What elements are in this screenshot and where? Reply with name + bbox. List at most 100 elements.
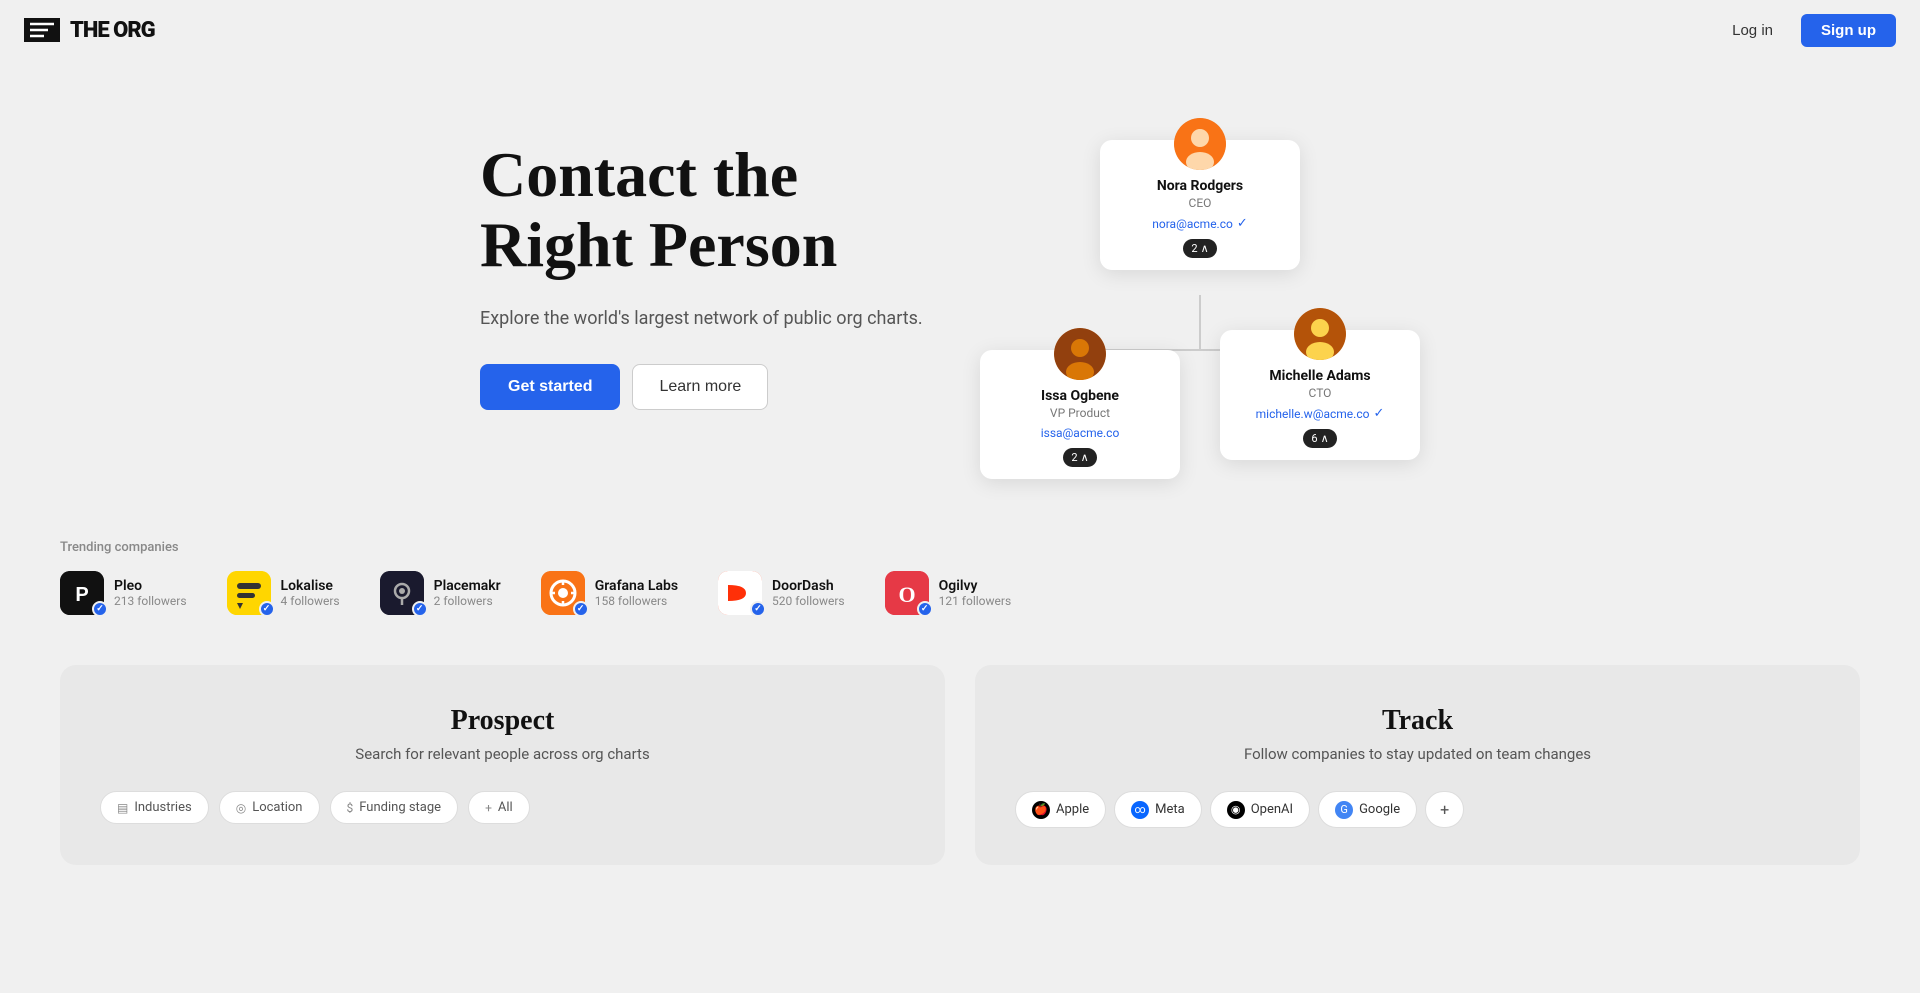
filter-pills: ▤ Industries ◎ Location $ Funding stage + All: [100, 791, 905, 824]
company-followers: 4 followers: [281, 594, 340, 608]
company-logo: P ✓: [60, 571, 104, 615]
track-pill-icon: G: [1335, 801, 1353, 819]
company-followers: 520 followers: [772, 594, 845, 608]
ceo-email: nora@acme.co ✓: [1152, 216, 1248, 231]
ceo-sub-count[interactable]: 2 ∧: [1183, 239, 1216, 258]
header: THE ORG Log in Sign up: [0, 0, 1920, 60]
verified-badge: ✓: [573, 601, 589, 617]
hero-subtitle: Explore the world's largest network of p…: [480, 305, 960, 332]
company-logo: ✓: [227, 571, 271, 615]
vp-title: VP Product: [1050, 406, 1110, 420]
verified-badge: ✓: [259, 601, 275, 617]
logo[interactable]: THE ORG: [24, 18, 155, 43]
company-followers: 121 followers: [939, 594, 1012, 608]
track-pills: 🍎 Apple ∞ Meta ◉ OpenAI G Google +: [1015, 791, 1820, 828]
logo-text: THE ORG: [70, 18, 155, 43]
filter-label: Funding stage: [359, 800, 441, 815]
company-logo: O ✓: [885, 571, 929, 615]
verified-badge: ✓: [917, 601, 933, 617]
company-followers: 2 followers: [434, 594, 501, 608]
org-chart-illustration: Nora Rodgers CEO nora@acme.co ✓ 2 ∧ Issa…: [960, 80, 1480, 500]
verified-badge: ✓: [412, 601, 428, 617]
filter-label: Location: [252, 800, 302, 815]
track-subtitle: Follow companies to stay updated on team…: [1015, 745, 1820, 763]
vp-email: issa@acme.co: [1041, 426, 1120, 440]
filter-pill[interactable]: $ Funding stage: [330, 791, 459, 824]
track-pill-label: Meta: [1155, 802, 1185, 817]
company-name: Ogilvy: [939, 578, 1012, 594]
company-name: Lokalise: [281, 578, 340, 594]
ceo-title: CEO: [1189, 196, 1212, 210]
trending-company-item[interactable]: O ✓ Ogilvy 121 followers: [885, 571, 1012, 615]
avatar: [1294, 308, 1346, 360]
trending-label: Trending companies: [60, 540, 1860, 555]
track-company-pill[interactable]: G Google: [1318, 791, 1417, 828]
company-info: DoorDash 520 followers: [772, 578, 845, 608]
trending-company-item[interactable]: ✓ DoorDash 520 followers: [718, 571, 845, 615]
vp-name: Issa Ogbene: [1041, 388, 1119, 404]
company-logo: ✓: [380, 571, 424, 615]
svg-text:P: P: [75, 584, 88, 606]
cto-sub-count[interactable]: 6 ∧: [1303, 429, 1336, 448]
company-info: Pleo 213 followers: [114, 578, 187, 608]
track-title: Track: [1015, 705, 1820, 737]
filter-label: Industries: [134, 800, 191, 815]
get-started-button[interactable]: Get started: [480, 364, 620, 410]
filter-icon: +: [485, 801, 492, 815]
track-company-pill[interactable]: 🍎 Apple: [1015, 791, 1106, 828]
trending-company-item[interactable]: ✓ Lokalise 4 followers: [227, 571, 340, 615]
track-pill-icon: ∞: [1131, 801, 1149, 819]
company-name: DoorDash: [772, 578, 845, 594]
signup-button[interactable]: Sign up: [1801, 14, 1896, 47]
filter-icon: ▤: [117, 801, 128, 815]
company-followers: 158 followers: [595, 594, 678, 608]
company-logo: ✓: [541, 571, 585, 615]
header-nav: Log in Sign up: [1716, 14, 1896, 47]
trending-company-item[interactable]: ✓ Grafana Labs 158 followers: [541, 571, 678, 615]
filter-pill[interactable]: + All: [468, 791, 530, 824]
company-name: Pleo: [114, 578, 187, 594]
bottom-section: Prospect Search for relevant people acro…: [0, 635, 1920, 905]
verified-badge: ✓: [750, 601, 766, 617]
learn-more-button[interactable]: Learn more: [632, 364, 768, 410]
prospect-card: Prospect Search for relevant people acro…: [60, 665, 945, 865]
track-pill-icon: ◉: [1227, 801, 1245, 819]
prospect-title: Prospect: [100, 705, 905, 737]
company-info: Ogilvy 121 followers: [939, 578, 1012, 608]
filter-pill[interactable]: ◎ Location: [219, 791, 320, 824]
track-company-pill[interactable]: ◉ OpenAI: [1210, 791, 1310, 828]
filter-icon: $: [347, 801, 354, 815]
avatar: [1054, 328, 1106, 380]
avatar: [1174, 118, 1226, 170]
filter-label: All: [498, 800, 513, 815]
org-card-vp[interactable]: Issa Ogbene VP Product issa@acme.co 2 ∧: [980, 350, 1180, 479]
prospect-subtitle: Search for relevant people across org ch…: [100, 745, 905, 763]
filter-pill[interactable]: ▤ Industries: [100, 791, 209, 824]
org-card-cto[interactable]: Michelle Adams CTO michelle.w@acme.co ✓ …: [1220, 330, 1420, 460]
hero-left: Contact the Right Person Explore the wor…: [440, 80, 960, 410]
company-name: Placemakr: [434, 578, 501, 594]
hero-section: Contact the Right Person Explore the wor…: [0, 0, 1920, 500]
cto-title: CTO: [1309, 386, 1332, 400]
track-pill-icon: 🍎: [1032, 801, 1050, 819]
track-pill-label: Apple: [1056, 802, 1089, 817]
company-info: Lokalise 4 followers: [281, 578, 340, 608]
hero-title: Contact the Right Person: [480, 140, 960, 281]
verified-badge: ✓: [92, 601, 108, 617]
company-info: Placemakr 2 followers: [434, 578, 501, 608]
vp-sub-count[interactable]: 2 ∧: [1063, 448, 1096, 467]
hero-buttons: Get started Learn more: [480, 364, 960, 410]
trending-company-item[interactable]: ✓ Placemakr 2 followers: [380, 571, 501, 615]
filter-icon: ◎: [236, 801, 246, 815]
add-company-button[interactable]: +: [1425, 791, 1464, 828]
track-company-pill[interactable]: ∞ Meta: [1114, 791, 1202, 828]
track-card: Track Follow companies to stay updated o…: [975, 665, 1860, 865]
company-followers: 213 followers: [114, 594, 187, 608]
ceo-name: Nora Rodgers: [1157, 178, 1243, 194]
trending-section: Trending companies P ✓ Pleo 213 follower…: [0, 500, 1920, 635]
cto-name: Michelle Adams: [1269, 368, 1370, 384]
trending-company-item[interactable]: P ✓ Pleo 213 followers: [60, 571, 187, 615]
org-card-ceo[interactable]: Nora Rodgers CEO nora@acme.co ✓ 2 ∧: [1100, 140, 1300, 270]
login-button[interactable]: Log in: [1716, 14, 1789, 47]
company-name: Grafana Labs: [595, 578, 678, 594]
